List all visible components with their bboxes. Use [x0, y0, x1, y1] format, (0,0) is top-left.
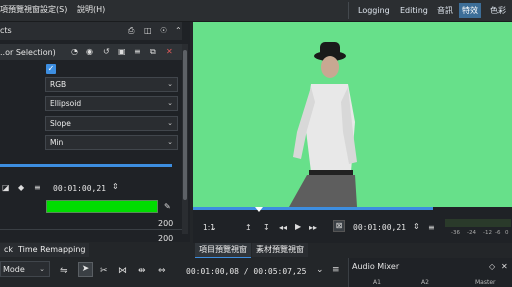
- workspace-audio[interactable]: 音訊: [434, 3, 456, 18]
- slip-tool-icon[interactable]: ⇔: [158, 266, 166, 276]
- shape-select[interactable]: Ellipsoid ⌄: [45, 96, 178, 111]
- ripple-tool-icon[interactable]: ⇹: [138, 266, 146, 276]
- project-monitor[interactable]: [193, 22, 512, 207]
- reset-icon[interactable]: ↺: [103, 47, 110, 57]
- edit-mode-select[interactable]: Mode ⌄: [0, 261, 50, 277]
- meter-scale-5: 0: [505, 230, 509, 236]
- disable-effects-icon[interactable]: ☉: [160, 26, 167, 36]
- monitor-spin-icon[interactable]: ⇕: [413, 222, 420, 232]
- tab-project-monitor[interactable]: 項目預覽視窗: [195, 243, 251, 259]
- edit-mode-label: Mode: [3, 265, 25, 274]
- timeline-menu-icon[interactable]: ≡: [332, 265, 340, 275]
- collapse-icon[interactable]: ⌃: [175, 26, 182, 36]
- meter-scale-1: -36: [451, 230, 460, 236]
- menubar-divider: [348, 2, 349, 19]
- mixer-channel-a1: A1: [373, 279, 381, 286]
- param-value-1[interactable]: 200: [158, 219, 173, 228]
- zoom-dropdown-icon[interactable]: ⌄: [210, 223, 217, 233]
- effect-stack-panel: cts ⎙ ◫ ☉ ⌃ ..or Selection) ◔ ◉ ↺ ▣ ≡ ⧉ …: [0, 22, 190, 243]
- close-panel-icon[interactable]: ✕: [501, 262, 508, 272]
- spacer-tool-icon[interactable]: ⋈: [118, 266, 127, 276]
- tab-clip-monitor[interactable]: 素材預覽視窗: [252, 243, 308, 257]
- timecode-menu-icon[interactable]: ⌄: [316, 265, 324, 275]
- eye-icon[interactable]: ◉: [86, 47, 93, 57]
- tab-time-remapping[interactable]: Time Remapping: [14, 243, 90, 257]
- zone-in-icon[interactable]: ↥: [245, 223, 252, 233]
- keyframe-icon[interactable]: ◔: [71, 47, 78, 57]
- menu-icon[interactable]: ≡: [134, 47, 141, 57]
- audio-mixer-title: Audio Mixer: [352, 262, 400, 271]
- operation-select[interactable]: Min ⌄: [45, 135, 178, 150]
- options-menu-icon[interactable]: ≡: [34, 183, 41, 193]
- selection-tool-icon[interactable]: ➤: [78, 262, 93, 277]
- keyframe-prev-icon[interactable]: ◪: [2, 183, 10, 193]
- keyframe-strip[interactable]: [0, 164, 172, 167]
- color-model-select[interactable]: RGB ⌄: [45, 77, 178, 92]
- meter-scale-3: -12: [483, 230, 492, 236]
- monitor-ruler[interactable]: [193, 207, 433, 210]
- timecode-spin-icon[interactable]: ⇕: [112, 182, 119, 192]
- meter-scale-4: -6: [495, 230, 501, 236]
- workspace-editing[interactable]: Editing: [397, 3, 431, 18]
- edge-select[interactable]: Slope ⌄: [45, 116, 178, 131]
- edit-mode-chevron-icon: ⌄: [39, 265, 45, 273]
- audio-level-meter: [445, 219, 511, 227]
- menu-window[interactable]: 項預覽視窗: [0, 4, 40, 15]
- keyframe-add-icon[interactable]: ◆: [18, 183, 24, 193]
- effect-row[interactable]: ..or Selection) ◔ ◉ ↺ ▣ ≡ ⧉ ✕: [0, 44, 182, 60]
- mixer-channel-a2: A2: [421, 279, 429, 286]
- fit-zone-icon[interactable]: ⊠: [333, 220, 345, 232]
- meter-scale-2: -24: [467, 230, 476, 236]
- param-value-2[interactable]: 200: [158, 234, 173, 243]
- monitor-controls: 1:1 ⌄ ↥ ↧ ◂◂ ▶ ▸▸ ⊠ 00:01:00,21 ⇕ ≡ -36 …: [193, 207, 512, 243]
- monitor-timecode[interactable]: 00:01:00,21: [353, 223, 406, 232]
- effects-scrollbar-thumb[interactable]: [183, 50, 187, 200]
- menu-help[interactable]: 說明(H): [77, 4, 105, 15]
- razor-tool-icon[interactable]: ✂: [100, 266, 108, 276]
- effect-stack-header: cts ⎙ ◫ ☉ ⌃: [0, 22, 182, 40]
- menu-bar: 項預覽視窗 設定(S) 說明(H) Logging Editing 音訊 特效 …: [0, 0, 512, 22]
- mixer-channel-master: Master: [475, 279, 496, 286]
- workspace-logging[interactable]: Logging: [355, 3, 393, 18]
- split-compare-icon[interactable]: ◫: [144, 26, 152, 36]
- color-picker-icon[interactable]: ✎: [164, 202, 171, 212]
- playhead-marker[interactable]: [255, 207, 263, 212]
- skip-back-icon[interactable]: ◂◂: [279, 223, 287, 233]
- timeline-timecode[interactable]: 00:01:00,08 / 00:05:07,25: [186, 267, 306, 276]
- save-effect-icon[interactable]: ▣: [118, 47, 126, 57]
- menu-settings[interactable]: 設定(S): [40, 4, 67, 15]
- float-panel-icon[interactable]: ◇: [489, 262, 495, 272]
- workspace-effects[interactable]: 特效: [459, 3, 481, 18]
- snap-icon[interactable]: ⇋: [60, 266, 68, 276]
- effect-stack-title: cts: [0, 26, 12, 35]
- play-icon[interactable]: ▶: [295, 222, 301, 232]
- effect-checkbox[interactable]: ✓: [46, 64, 56, 74]
- color-swatch[interactable]: [46, 200, 158, 213]
- copy-icon[interactable]: ⧉: [150, 47, 156, 57]
- zone-out-icon[interactable]: ↧: [263, 223, 270, 233]
- param-divider: [0, 229, 182, 230]
- audio-mixer-panel: Audio Mixer ◇ ✕ A1 A2 Master: [348, 258, 512, 287]
- effect-name: ..or Selection): [0, 48, 56, 57]
- monitor-menu-icon[interactable]: ≡: [428, 223, 435, 233]
- effect-timecode[interactable]: 00:01:00,21: [53, 184, 106, 193]
- delete-icon[interactable]: ✕: [166, 47, 173, 57]
- skip-forward-icon[interactable]: ▸▸: [309, 223, 317, 233]
- video-frame: [289, 42, 357, 207]
- save-stack-icon[interactable]: ⎙: [128, 26, 134, 36]
- workspace-color[interactable]: 色彩: [487, 3, 509, 18]
